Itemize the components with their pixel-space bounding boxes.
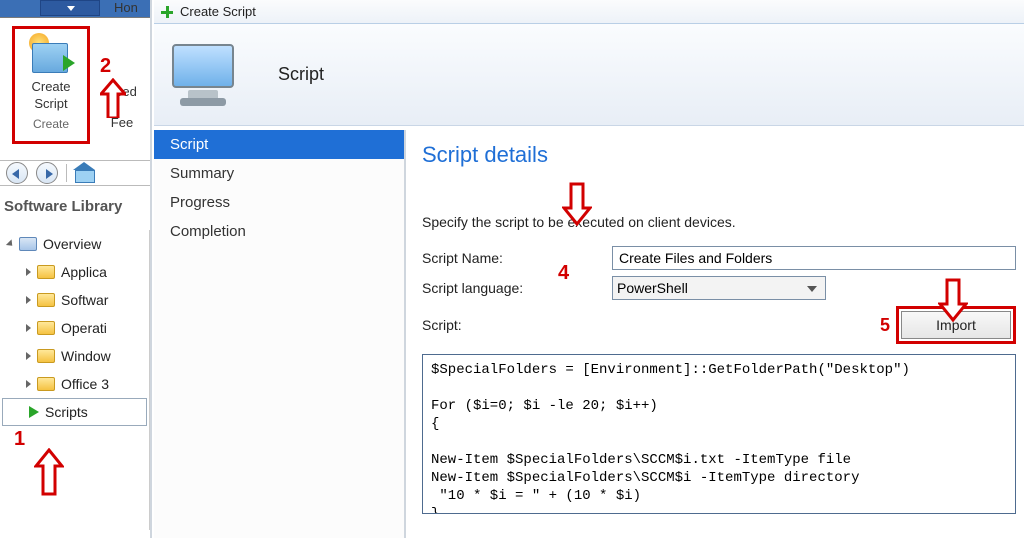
wizard-nav: Script Summary Progress Completion xyxy=(154,130,404,538)
caret-icon xyxy=(26,324,31,332)
tree-label: Applica xyxy=(61,264,107,280)
caret-icon xyxy=(26,296,31,304)
callout-2: 2 xyxy=(100,55,111,78)
tree-item-scripts[interactable]: Scripts xyxy=(2,398,147,426)
folder-icon xyxy=(37,321,55,335)
ribbon-tab-home[interactable]: Hon xyxy=(108,0,144,18)
nav-tree: Overview Applica Softwar Operati Window … xyxy=(0,230,150,530)
folder-icon xyxy=(37,349,55,363)
script-body-textarea[interactable]: $SpecialFolders = [Environment]::GetFold… xyxy=(422,354,1016,514)
tree-label: Window xyxy=(61,348,111,364)
arrow-annotation-2 xyxy=(100,78,126,123)
script-language-value: PowerShell xyxy=(617,280,688,296)
wizard-step-heading: Script xyxy=(278,64,324,85)
wizard-step-summary[interactable]: Summary xyxy=(154,159,404,188)
nav-toolbar xyxy=(0,160,150,186)
folder-icon xyxy=(37,293,55,307)
tree-item-office[interactable]: Office 3 xyxy=(0,370,149,398)
script-language-select[interactable]: PowerShell xyxy=(612,276,826,300)
workspace-title: Software Library xyxy=(4,198,122,215)
tree-item-applications[interactable]: Applica xyxy=(0,258,149,286)
wizard-details-panel: Script details Specify the script to be … xyxy=(410,130,1024,538)
nav-home-icon[interactable] xyxy=(75,165,93,181)
plus-icon xyxy=(160,5,174,19)
folder-icon xyxy=(37,265,55,279)
create-script-label-2: Script xyxy=(15,96,87,111)
ribbon-group-category: Create xyxy=(15,117,87,131)
script-name-label: Script Name: xyxy=(422,250,612,266)
details-instruction: Specify the script to be executed on cli… xyxy=(422,214,1016,230)
tree-item-software[interactable]: Softwar xyxy=(0,286,149,314)
arrow-annotation-3 xyxy=(562,182,592,231)
folder-icon xyxy=(37,377,55,391)
overview-icon xyxy=(19,237,37,251)
arrow-annotation-1 xyxy=(34,448,64,503)
tree-label: Scripts xyxy=(45,404,88,420)
script-language-label: Script language: xyxy=(422,280,612,296)
caret-icon xyxy=(26,352,31,360)
wizard-step-script[interactable]: Script xyxy=(154,130,404,159)
tree-label: Softwar xyxy=(61,292,108,308)
tree-root-overview[interactable]: Overview xyxy=(0,230,149,258)
tree-item-operating[interactable]: Operati xyxy=(0,314,149,342)
wizard-step-completion[interactable]: Completion xyxy=(154,217,404,246)
nav-back-button[interactable] xyxy=(6,162,28,184)
script-body-label: Script: xyxy=(422,317,612,333)
tree-item-windows[interactable]: Window xyxy=(0,342,149,370)
nav-forward-button[interactable] xyxy=(36,162,58,184)
create-script-button[interactable]: Create Script Create xyxy=(12,26,90,144)
wizard-title: Create Script xyxy=(180,4,256,19)
tree-label: Operati xyxy=(61,320,107,336)
play-icon xyxy=(29,406,39,418)
create-script-icon xyxy=(27,33,75,77)
ribbon-menu-button[interactable] xyxy=(40,0,100,16)
caret-icon xyxy=(26,268,31,276)
callout-4: 4 xyxy=(558,262,569,285)
callout-5: 5 xyxy=(880,315,890,336)
caret-icon xyxy=(26,380,31,388)
monitor-icon xyxy=(168,42,244,108)
tree-label: Overview xyxy=(43,236,101,252)
wizard-banner: Script xyxy=(154,24,1024,126)
wizard-step-progress[interactable]: Progress xyxy=(154,188,404,217)
tree-label: Office 3 xyxy=(61,376,109,392)
create-script-label-1: Create xyxy=(15,79,87,94)
script-name-input[interactable] xyxy=(612,246,1016,270)
callout-1: 1 xyxy=(14,428,25,451)
arrow-annotation-import xyxy=(938,278,968,327)
caret-icon xyxy=(6,239,15,248)
details-heading: Script details xyxy=(422,142,1016,168)
wizard-titlebar: Create Script xyxy=(154,0,1024,24)
